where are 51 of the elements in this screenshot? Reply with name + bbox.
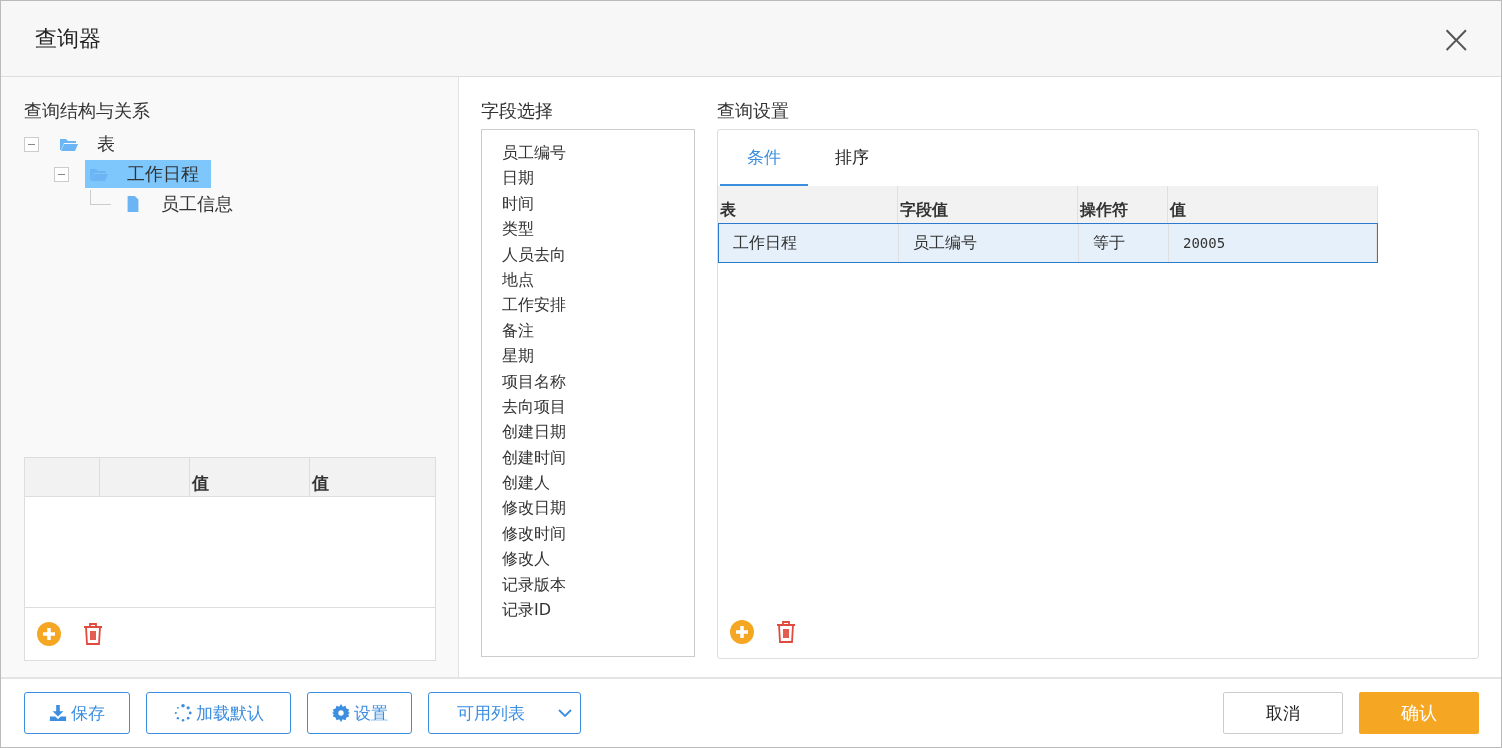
field-item[interactable]: 记录版本 <box>502 571 694 598</box>
close-button[interactable]: × <box>1431 18 1481 59</box>
chevron-down-icon <box>558 709 572 717</box>
table-cell: 等于 <box>1079 224 1169 262</box>
tree-item[interactable]: 员工信息 <box>119 190 245 218</box>
toolbar-button[interactable]: 设置 <box>307 692 412 734</box>
cancel-button[interactable]: 取消 <box>1223 692 1343 734</box>
tab[interactable]: 排序 <box>808 130 896 186</box>
field-item[interactable]: 创建日期 <box>502 419 694 445</box>
toolbar-button[interactable]: 加载默认 <box>146 692 291 734</box>
field-item[interactable]: 修改时间 <box>502 520 694 547</box>
table-row[interactable]: 工作日程 员工编号 等于 20005 <box>718 223 1378 263</box>
field-item[interactable]: 地点 <box>502 266 694 293</box>
column-header: 值 <box>311 472 330 495</box>
trash-icon[interactable] <box>774 620 798 644</box>
window-title: 查询器 <box>35 24 101 53</box>
field-item[interactable]: 工作安排 <box>502 292 694 318</box>
column-header: 值 <box>190 458 310 496</box>
field-item[interactable]: 员工编号 <box>502 140 694 166</box>
tree-item[interactable]: 工作日程 <box>85 160 211 188</box>
field-item[interactable]: 项目名称 <box>502 368 694 394</box>
field-item[interactable]: 创建人 <box>502 470 694 496</box>
panel-title: 查询结构与关系 <box>24 99 151 121</box>
download-icon <box>49 704 67 722</box>
panel-title: 查询设置 <box>717 99 790 121</box>
collapse-toggle-icon[interactable] <box>24 136 39 152</box>
add-icon[interactable] <box>37 622 61 646</box>
settings-icon <box>331 704 350 722</box>
add-icon[interactable] <box>730 620 754 644</box>
field-item[interactable]: 修改人 <box>502 546 694 572</box>
field-item[interactable]: 去向项目 <box>502 393 694 420</box>
field-item[interactable]: 备注 <box>502 317 694 344</box>
field-item[interactable]: 人员去向 <box>502 241 694 267</box>
table-cell: 工作日程 <box>719 224 899 262</box>
field-item[interactable]: 类型 <box>502 216 694 242</box>
field-item[interactable]: 星期 <box>502 343 694 369</box>
field-item[interactable]: 日期 <box>502 165 694 191</box>
tree-connector-line <box>90 189 111 205</box>
table-cell: 20005 <box>1169 224 1377 262</box>
toolbar-button[interactable]: 可用列表 <box>428 692 581 734</box>
panel-title: 字段选择 <box>481 99 554 121</box>
field-item[interactable]: 修改日期 <box>502 495 694 521</box>
spinner-icon <box>173 704 192 722</box>
toolbar-button[interactable]: 保存 <box>24 692 130 734</box>
field-item[interactable]: 创建时间 <box>502 444 694 471</box>
field-item[interactable]: 时间 <box>502 190 694 217</box>
collapse-toggle-icon[interactable] <box>54 166 69 182</box>
field-item[interactable]: 记录ID <box>502 597 694 623</box>
table-cell: 员工编号 <box>899 224 1079 262</box>
tree-item[interactable]: 表 <box>55 130 127 158</box>
trash-icon[interactable] <box>81 622 105 646</box>
